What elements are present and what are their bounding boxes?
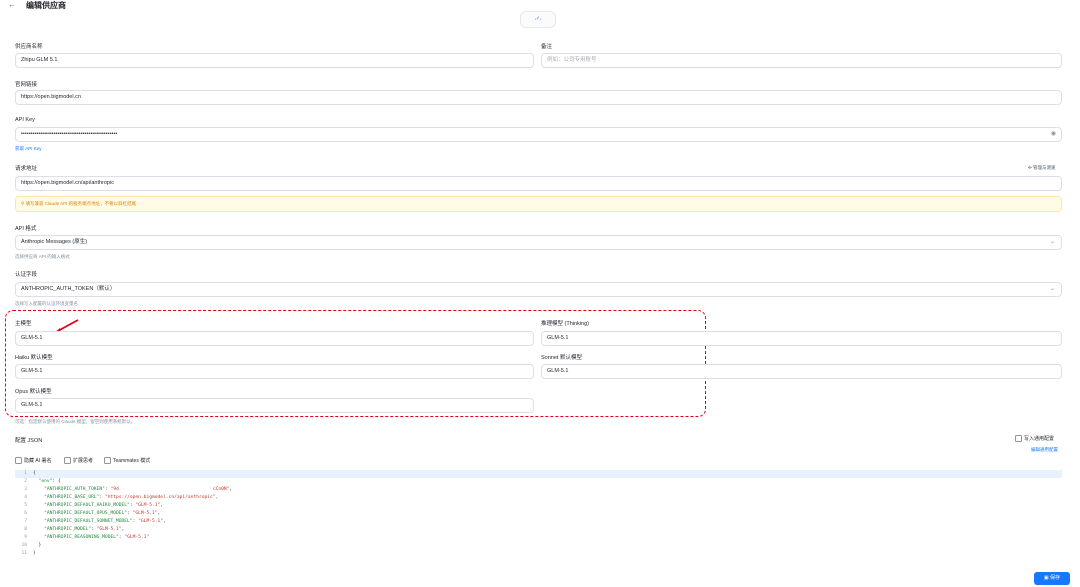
checkbox-box: [104, 457, 111, 465]
code-line: 4 "ANTHROPIC_BASE_URL": "https://open.bi…: [24, 495, 219, 500]
sonnet-model-input[interactable]: GLM-5.1: [541, 364, 1062, 379]
write-common-config-checkbox[interactable]: 写入通用配置: [1015, 435, 1054, 443]
code-line: 6 "ANTHROPIC_DEFAULT_OPUS_MODEL": "GLM-5…: [24, 511, 161, 516]
extended-thinking-checkbox[interactable]: 扩展思考: [64, 457, 93, 465]
checkbox-box: [15, 457, 22, 465]
extended-thinking-label: 扩展思考: [73, 458, 94, 464]
code-line: 7 "ANTHROPIC_DEFAULT_SONNET_MODEL": "GLM…: [24, 519, 166, 524]
opus-model-label: Opus 默认模型: [15, 389, 52, 395]
checkbox-box: [64, 457, 71, 465]
auth-field-value: ANTHROPIC_AUTH_TOKEN（默认）: [21, 286, 116, 292]
request-url-warning: ⚲ 填写兼容 Claude API 的服务端点地址，不要以斜杠结尾: [15, 196, 1062, 212]
json-editor[interactable]: 1{ 2 "env": { 3 "ANTHROPIC_AUTH_TOKEN": …: [15, 470, 1062, 562]
manage-speedtest-link[interactable]: ✣ 管理与测速: [1028, 165, 1056, 171]
auth-field-hint: 选择写入配置的认证环境变量名: [15, 301, 78, 306]
config-json-label: 配置 JSON: [15, 438, 43, 444]
get-api-key-link[interactable]: 获取 API Key: [15, 146, 42, 152]
website-input[interactable]: https://open.bigmodel.cn: [15, 90, 1062, 105]
haiku-model-label: Haiku 默认模型: [15, 355, 53, 361]
code-line: 5 "ANTHROPIC_DEFAULT_HAIKU_MODEL": "GLM-…: [24, 503, 164, 508]
chevron-down-icon: ⌄: [1049, 239, 1055, 245]
auth-field-select[interactable]: ANTHROPIC_AUTH_TOKEN（默认） ⌄: [15, 282, 1062, 297]
hide-ai-signature-label: 隐藏 AI 署名: [24, 458, 52, 464]
page-title: 编辑供应商: [26, 1, 66, 10]
teammates-mode-label: Teammates 模式: [113, 458, 151, 464]
provider-name-input[interactable]: Zhipu GLM 5.1: [15, 53, 534, 68]
code-line: 11}: [21, 551, 36, 556]
manage-icon: ✣: [1028, 165, 1032, 170]
main-model-label: 主模型: [15, 321, 32, 327]
eye-icon[interactable]: ◉: [1051, 128, 1056, 141]
hide-ai-signature-checkbox[interactable]: 隐藏 AI 署名: [15, 457, 52, 465]
api-key-input[interactable]: ••••••••••••••••••••••••••••••••••••••••…: [15, 127, 1062, 142]
api-format-label: API 格式: [15, 226, 37, 232]
warning-text: 填写兼容 Claude API 的服务端点地址，不要以斜杠结尾: [25, 201, 137, 206]
reasoning-model-input[interactable]: GLM-5.1: [541, 331, 1062, 346]
teammates-mode-checkbox[interactable]: Teammates 模式: [104, 457, 150, 465]
code-line: 10 }: [21, 543, 42, 548]
save-button[interactable]: ▣ 保存: [1034, 572, 1070, 585]
save-icon: ▣: [1043, 575, 1049, 581]
location-pin-icon: ⚲: [21, 201, 25, 206]
remark-label: 备注: [541, 44, 553, 50]
code-line: 9 "ANTHROPIC_REASONING_MODEL": "GLM-5.1": [24, 535, 150, 540]
provider-name-label: 供应商名称: [15, 44, 43, 50]
remark-input[interactable]: 例如：公司专用账号: [541, 53, 1062, 68]
chevron-down-icon: ⌄: [1049, 286, 1055, 292]
api-key-value: ••••••••••••••••••••••••••••••••••••••••…: [21, 131, 118, 137]
auth-field-label: 认证字段: [15, 272, 38, 278]
write-common-config-label: 写入通用配置: [1024, 436, 1055, 442]
api-format-value: Anthropic Messages (原生): [21, 239, 88, 245]
checkbox-box: [1015, 435, 1022, 443]
code-line: 8 "ANTHROPIC_MODEL": "GLM-5.1",: [24, 527, 125, 532]
website-label: 官网链接: [15, 82, 38, 88]
edit-common-config-link[interactable]: 编辑通用配置: [1031, 447, 1058, 453]
haiku-model-input[interactable]: GLM-5.1: [15, 364, 534, 379]
request-url-label: 请求地址: [15, 166, 38, 172]
api-format-hint: 选择供应商 API 的输入格式: [15, 254, 70, 259]
api-format-select[interactable]: Anthropic Messages (原生) ⌄: [15, 235, 1062, 250]
zhipu-logo-icon[interactable]: ᐧᐟᐧ: [520, 11, 556, 28]
code-line: 1{: [15, 470, 1062, 478]
code-line: 3 "ANTHROPIC_AUTH_TOKEN": "9d cCn0N",: [24, 487, 233, 492]
request-url-input[interactable]: https://open.bigmodel.cn/api/anthropic: [15, 176, 1062, 191]
reasoning-model-label: 推理模型 (Thinking): [541, 321, 589, 327]
sonnet-model-label: Sonnet 默认模型: [541, 355, 582, 361]
opus-model-input[interactable]: GLM-5.1: [15, 398, 534, 413]
main-model-input[interactable]: GLM-5.1: [15, 331, 534, 346]
back-arrow-icon[interactable]: ←: [8, 0, 16, 9]
save-label: 保存: [1050, 575, 1061, 581]
manage-speedtest-label: 管理与测速: [1033, 165, 1056, 170]
api-key-label: API Key: [15, 117, 35, 123]
code-line: 2 "env": {: [24, 479, 61, 484]
models-hint: 可选：指定默认使用的 Claude 模型，留空则使用系统默认。: [15, 419, 136, 424]
